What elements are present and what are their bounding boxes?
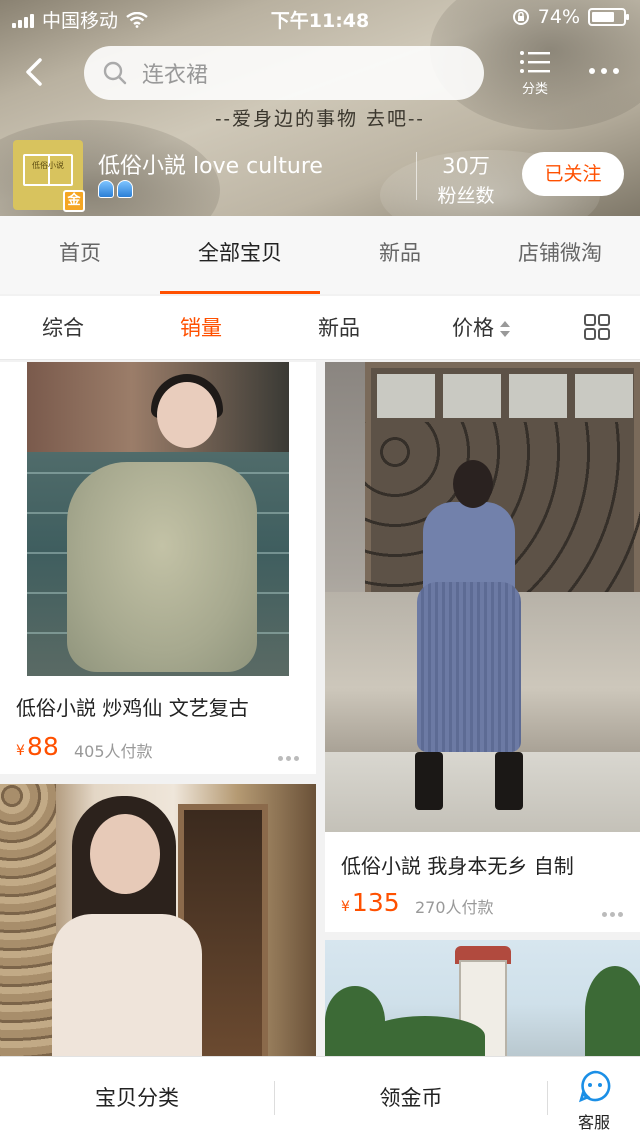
- crown-icon: [98, 180, 114, 198]
- battery-fill: [592, 12, 615, 22]
- sort-price-label: 价格: [452, 316, 494, 340]
- product-price: ¥135: [341, 888, 400, 917]
- currency-symbol: ¥: [16, 743, 25, 759]
- category-button[interactable]: 分类: [510, 48, 560, 97]
- sort-sales[interactable]: 销量: [180, 296, 222, 360]
- photo-detail: [365, 1016, 485, 1056]
- product-title[interactable]: 低俗小説 我身本无乡 自制: [341, 850, 574, 879]
- tab-all-items[interactable]: 全部宝贝: [160, 216, 320, 294]
- battery-icon: [588, 8, 629, 26]
- divider: [416, 152, 417, 200]
- follow-button[interactable]: 已关注: [522, 152, 624, 196]
- gold-badge: 金: [63, 190, 85, 212]
- price-value: 135: [351, 888, 400, 917]
- item-category-button[interactable]: 宝贝分类: [0, 1057, 274, 1138]
- shop-name[interactable]: 低俗小説 love culture: [98, 148, 323, 180]
- sort-overall[interactable]: 综合: [42, 296, 84, 360]
- tab-home[interactable]: 首页: [0, 216, 160, 294]
- photo-detail: [325, 752, 640, 832]
- service-face-icon: [578, 1070, 611, 1103]
- photo-detail: [67, 462, 257, 672]
- bottom-action-bar: 宝贝分类 领金币 客服: [0, 1056, 640, 1138]
- top-nav: 连衣裙 分类: [0, 44, 640, 102]
- photo-detail: [495, 752, 523, 810]
- sort-price[interactable]: 价格: [452, 296, 510, 360]
- search-placeholder: 连衣裙: [142, 63, 209, 88]
- currency-symbol: ¥: [341, 899, 350, 915]
- status-bar: 中国移动 下午11:48 74%: [0, 0, 640, 36]
- sold-count: 270人付款: [415, 898, 494, 917]
- more-options-icon[interactable]: [278, 746, 302, 761]
- photo-detail: [453, 460, 493, 508]
- sort-new[interactable]: 新品: [318, 296, 360, 360]
- shop-logo[interactable]: 低俗小说 金: [13, 140, 85, 212]
- service-label: 客服: [577, 1113, 610, 1132]
- photo-detail: [509, 374, 567, 418]
- customer-service-button[interactable]: 客服: [548, 1057, 640, 1138]
- menu-list-icon: [520, 51, 550, 73]
- photo-detail: [90, 814, 160, 894]
- photo-detail: [443, 374, 501, 418]
- crown-icon: [117, 180, 133, 198]
- product-card[interactable]: 低俗小説 我身本无乡 自制 ¥135 270人付款: [325, 362, 640, 932]
- photo-detail: [0, 784, 56, 1056]
- shop-info: 低俗小说 金 低俗小説 love culture 30万 粉丝数 已关注: [0, 138, 640, 214]
- sort-bar: 综合 销量 新品 价格: [0, 296, 640, 360]
- category-label: 分类: [521, 82, 548, 97]
- search-icon: [103, 61, 127, 85]
- product-image[interactable]: [0, 784, 316, 1056]
- collect-coins-button[interactable]: 领金币: [275, 1057, 547, 1138]
- shop-page: 中国移动 下午11:48 74% 连衣裙 分类 --爱身边的事物 去吧-- 低俗…: [0, 0, 640, 1138]
- sold-count: 405人付款: [74, 742, 153, 761]
- sort-arrows-icon: [500, 321, 510, 337]
- back-icon[interactable]: [14, 52, 54, 92]
- logo-text: 低俗小说: [32, 161, 64, 170]
- photo-detail: [377, 374, 435, 418]
- photo-detail: [415, 752, 443, 810]
- battery-percent: 74%: [537, 6, 580, 28]
- product-image[interactable]: [27, 362, 289, 676]
- photo-detail: [575, 374, 633, 418]
- photo-detail: [417, 582, 521, 752]
- shop-rating: [98, 180, 133, 198]
- search-input[interactable]: 连衣裙: [84, 46, 484, 100]
- fans-count: 30万 粉丝数: [426, 150, 506, 208]
- product-card[interactable]: 低俗小説 炒鸡仙 文艺复古 ¥88 405人付款: [0, 362, 316, 774]
- product-card[interactable]: [0, 784, 316, 1056]
- product-price: ¥88: [16, 732, 59, 761]
- photo-detail: [157, 382, 217, 448]
- more-icon[interactable]: [584, 56, 624, 86]
- tab-weitao[interactable]: 店铺微淘: [480, 216, 640, 294]
- banner-slogan: --爱身边的事物 去吧--: [215, 108, 425, 130]
- photo-detail: [585, 966, 640, 1056]
- price-value: 88: [26, 732, 59, 761]
- grid-view-icon[interactable]: [584, 314, 610, 340]
- product-title[interactable]: 低俗小説 炒鸡仙 文艺复古: [16, 692, 249, 721]
- product-image[interactable]: [325, 940, 640, 1056]
- fans-number: 30万: [442, 154, 490, 178]
- more-options-icon[interactable]: [602, 902, 626, 917]
- tab-new[interactable]: 新品: [320, 216, 480, 294]
- product-card[interactable]: [325, 940, 640, 1056]
- photo-detail: [52, 914, 202, 1056]
- shop-tabs: 首页 全部宝贝 新品 店铺微淘: [0, 216, 640, 294]
- shop-banner: 中国移动 下午11:48 74% 连衣裙 分类 --爱身边的事物 去吧-- 低俗…: [0, 0, 640, 216]
- product-image[interactable]: [325, 362, 640, 832]
- rotation-lock-icon: [512, 9, 529, 25]
- fans-label: 粉丝数: [437, 185, 495, 207]
